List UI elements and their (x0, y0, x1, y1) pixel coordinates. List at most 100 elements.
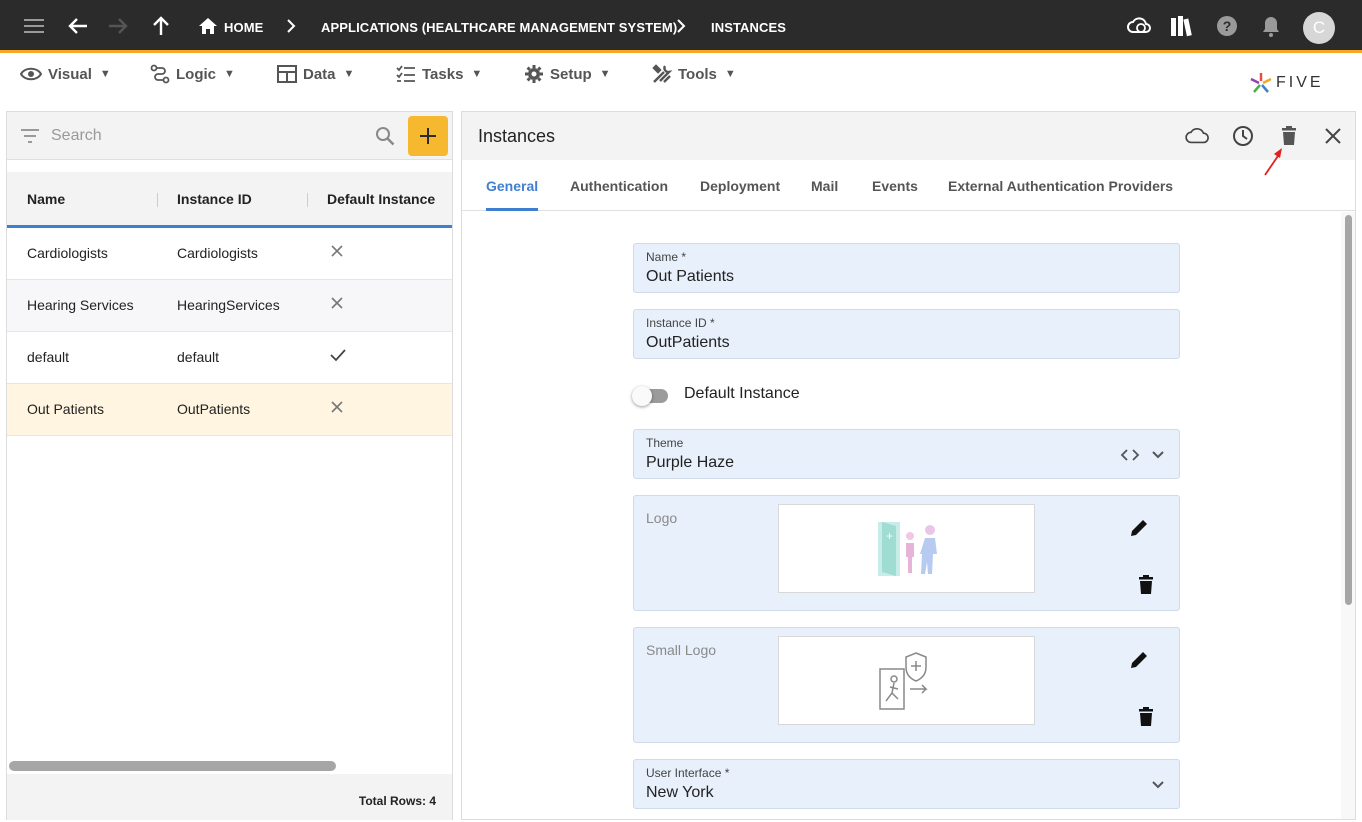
menu-logic[interactable]: Logic ▼ (150, 63, 235, 85)
cell-instance-id: Cardiologists (177, 245, 258, 261)
name-field-label: Name * (646, 250, 687, 264)
menu-data-label: Data (303, 65, 336, 83)
user-interface-select[interactable]: User Interface * New York (633, 759, 1180, 809)
user-interface-field-value: New York (646, 784, 714, 801)
page-title: Instances (478, 126, 556, 146)
delete-trash-icon[interactable] (1277, 124, 1301, 148)
menu-setup[interactable]: Setup ▼ (524, 63, 611, 85)
caret-down-icon: ▼ (724, 68, 736, 80)
column-header-instance-id[interactable]: Instance ID (177, 191, 252, 207)
gear-icon (524, 64, 544, 84)
up-arrow-icon[interactable] (149, 14, 173, 38)
table-row[interactable]: default default (7, 332, 452, 384)
five-logo-mark-icon (1250, 73, 1272, 93)
table-row[interactable]: Hearing Services HearingServices (7, 280, 452, 332)
hamburger-menu-icon[interactable] (22, 14, 46, 38)
close-x-icon (329, 243, 345, 259)
default-instance-toggle[interactable] (632, 385, 670, 406)
cloud-sync-icon[interactable] (1127, 14, 1151, 38)
cell-instance-id: OutPatients (177, 401, 251, 417)
tab-events[interactable]: Events (872, 178, 918, 194)
edit-pencil-icon[interactable] (1127, 516, 1151, 540)
logo-image-preview: + (778, 504, 1035, 593)
chevron-right-icon (669, 14, 693, 38)
five-logo: FIVE (1250, 72, 1324, 94)
cloud-deploy-icon[interactable] (1185, 124, 1209, 148)
breadcrumb-applications[interactable]: APPLICATIONS (HEALTHCARE MANAGEMENT SYST… (321, 20, 677, 35)
code-brackets-icon[interactable] (1118, 443, 1142, 467)
help-icon[interactable]: ? (1215, 14, 1239, 38)
breadcrumb-home[interactable]: HOME (224, 20, 263, 35)
column-divider[interactable] (307, 193, 308, 207)
app-bar: HOME APPLICATIONS (HEALTHCARE MANAGEMENT… (0, 0, 1362, 53)
table-row-selected[interactable]: Out Patients OutPatients (7, 384, 452, 436)
filter-icon[interactable] (20, 128, 40, 144)
menu-visual-label: Visual (48, 65, 92, 83)
brand-name: FIVE (1276, 74, 1324, 91)
column-header-default-instance[interactable]: Default Instance (327, 191, 435, 207)
home-icon[interactable] (196, 14, 220, 38)
close-x-icon (329, 295, 345, 311)
caret-down-icon: ▼ (99, 68, 111, 80)
horizontal-scrollbar[interactable] (9, 761, 336, 771)
theme-field-value: Purple Haze (646, 454, 735, 471)
tab-external-authentication-providers[interactable]: External Authentication Providers (948, 178, 1173, 194)
search-icon[interactable] (375, 126, 395, 146)
default-instance-label: Default Instance (684, 385, 800, 402)
column-divider[interactable] (157, 193, 158, 207)
library-icon[interactable] (1170, 14, 1194, 38)
forward-arrow-icon[interactable] (106, 14, 130, 38)
cell-instance-id: HearingServices (177, 297, 280, 313)
menu-tools[interactable]: Tools ▼ (652, 63, 736, 85)
add-instance-button[interactable] (408, 116, 448, 156)
menu-data[interactable]: Data ▼ (277, 63, 354, 85)
menu-visual[interactable]: Visual ▼ (20, 63, 111, 85)
notifications-bell-icon[interactable] (1259, 14, 1283, 38)
delete-trash-icon[interactable] (1134, 705, 1158, 729)
name-field-value: Out Patients (646, 268, 735, 285)
menu-tasks-label: Tasks (422, 65, 464, 83)
cell-name: Hearing Services (27, 297, 134, 313)
tab-mail[interactable]: Mail (811, 178, 838, 194)
small-logo-image-preview (778, 636, 1035, 725)
small-logo-field-label: Small Logo (646, 642, 717, 658)
instance-id-field-label: Instance ID * (646, 316, 715, 330)
search-input[interactable] (51, 124, 361, 148)
search-bar (7, 112, 452, 160)
tasks-icon (396, 65, 416, 83)
close-icon[interactable] (1321, 124, 1345, 148)
chevron-right-icon (279, 14, 303, 38)
instance-id-field[interactable]: Instance ID * OutPatients (633, 309, 1180, 359)
column-header-name[interactable]: Name (27, 191, 65, 207)
edit-pencil-icon[interactable] (1127, 648, 1151, 672)
cell-name: Out Patients (27, 401, 105, 417)
tab-general[interactable]: General (486, 178, 538, 194)
tab-deployment[interactable]: Deployment (700, 178, 780, 194)
table-header: Name Instance ID Default Instance (7, 172, 452, 228)
chevron-down-icon[interactable] (1146, 773, 1170, 797)
active-tab-indicator (486, 208, 538, 211)
menu-tasks[interactable]: Tasks ▼ (396, 63, 482, 85)
history-clock-icon[interactable] (1231, 124, 1255, 148)
chevron-down-icon[interactable] (1146, 443, 1170, 467)
vertical-scrollbar-thumb[interactable] (1345, 215, 1352, 605)
back-arrow-icon[interactable] (66, 14, 90, 38)
delete-trash-icon[interactable] (1134, 573, 1158, 597)
eye-icon (20, 67, 42, 81)
cell-instance-id: default (177, 349, 220, 365)
caret-down-icon: ▼ (224, 68, 235, 80)
table-icon (277, 65, 297, 83)
user-interface-field-label: User Interface * (646, 766, 730, 780)
theme-select[interactable]: Theme Purple Haze (633, 429, 1180, 479)
detail-tabs: General Authentication Deployment Mail E… (462, 160, 1355, 211)
caret-down-icon: ▼ (471, 68, 483, 80)
table-footer: Total Rows: 4 (7, 774, 452, 820)
breadcrumb-instances[interactable]: INSTANCES (711, 20, 786, 35)
tab-authentication[interactable]: Authentication (570, 178, 668, 194)
name-field[interactable]: Name * Out Patients (633, 243, 1180, 293)
caret-down-icon: ▼ (599, 68, 611, 80)
table-row[interactable]: Cardiologists Cardiologists (7, 228, 452, 280)
menu-tools-label: Tools (678, 65, 717, 83)
detail-header: Instances (462, 112, 1355, 160)
user-avatar[interactable]: C (1303, 12, 1335, 44)
